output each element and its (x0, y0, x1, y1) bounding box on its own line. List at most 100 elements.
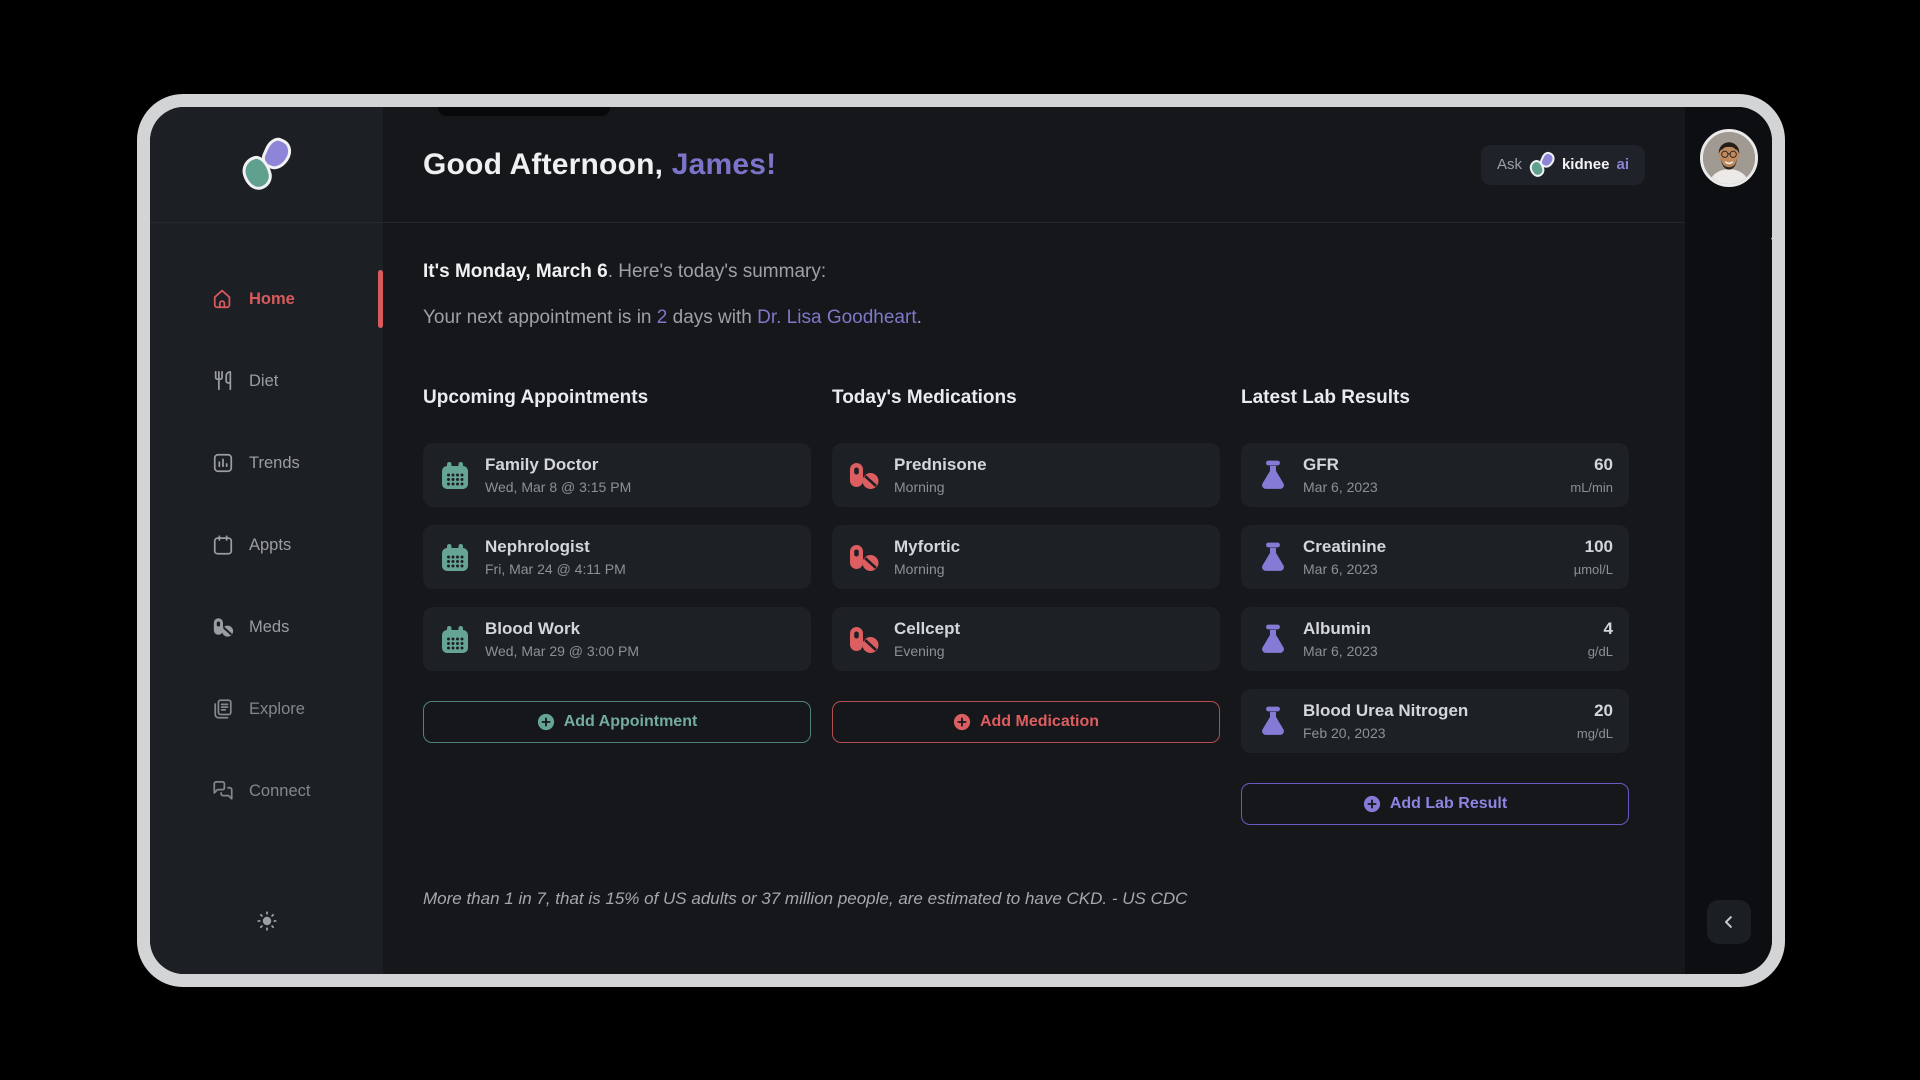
summary-line-2: Your next appointment is in 2 days with … (423, 307, 1645, 329)
appointment-card[interactable]: Family Doctor Wed, Mar 8 @ 3:15 PM (423, 443, 811, 507)
lab-unit: mL/min (1570, 480, 1613, 495)
doctor-link[interactable]: Dr. Lisa Goodheart (757, 307, 916, 328)
main-header: Good Afternoon, James! Ask kidnee ai (383, 107, 1685, 223)
add-lab-result-label: Add Lab Result (1390, 795, 1507, 813)
appointment-datetime: Wed, Mar 8 @ 3:15 PM (485, 479, 631, 495)
column-title: Latest Lab Results (1241, 387, 1629, 409)
user-name: James! (672, 148, 777, 181)
sidebar-item-explore[interactable]: Explore (150, 668, 383, 750)
appointment-card[interactable]: Nephrologist Fri, Mar 24 @ 4:11 PM (423, 525, 811, 589)
add-appointment-label: Add Appointment (564, 713, 698, 731)
lab-name: Creatinine (1303, 537, 1386, 557)
right-rail: ‹ (1685, 107, 1772, 974)
chat-bubbles-icon (212, 780, 234, 802)
lab-unit: µmol/L (1574, 562, 1613, 577)
medication-schedule: Morning (894, 561, 960, 577)
app-window: Home Diet Trends Appts Meds (150, 107, 1772, 974)
sidebar-item-label: Explore (249, 700, 305, 719)
lab-value: 4 (1588, 619, 1613, 639)
sidebar-nav: Home Diet Trends Appts Meds (150, 223, 383, 910)
lab-date: Mar 6, 2023 (1303, 643, 1378, 659)
add-lab-result-button[interactable]: Add Lab Result (1241, 783, 1629, 825)
user-photo (1703, 132, 1755, 184)
appointments-column: Upcoming Appointments Family Doctor Wed,… (423, 387, 811, 825)
labs-column: Latest Lab Results GFR Mar 6, 2023 60 mL… (1241, 387, 1629, 825)
home-icon (212, 288, 234, 310)
bar-chart-icon (212, 452, 234, 474)
add-medication-button[interactable]: Add Medication (832, 701, 1220, 743)
flask-icon (1257, 541, 1289, 573)
sidebar-item-diet[interactable]: Diet (150, 340, 383, 422)
appointment-name: Family Doctor (485, 455, 631, 475)
column-title: Today's Medications (832, 387, 1220, 409)
lab-result-card[interactable]: GFR Mar 6, 2023 60 mL/min (1241, 443, 1629, 507)
lab-unit: mg/dL (1577, 726, 1613, 741)
calendar-icon (212, 534, 234, 556)
medication-schedule: Evening (894, 643, 960, 659)
lab-value: 60 (1570, 455, 1613, 475)
lab-name: GFR (1303, 455, 1378, 475)
add-appointment-button[interactable]: Add Appointment (423, 701, 811, 743)
collapse-panel-button[interactable] (1707, 900, 1751, 944)
appointment-name: Blood Work (485, 619, 639, 639)
page-title: Good Afternoon, James! (423, 148, 776, 182)
lab-result-card[interactable]: Creatinine Mar 6, 2023 100 µmol/L (1241, 525, 1629, 589)
pages-icon (212, 698, 234, 720)
medication-name: Myfortic (894, 537, 960, 557)
appointment-datetime: Fri, Mar 24 @ 4:11 PM (485, 561, 626, 577)
appointment-card[interactable]: Blood Work Wed, Mar 29 @ 3:00 PM (423, 607, 811, 671)
plus-circle-icon (537, 713, 555, 731)
pills-icon (848, 623, 880, 655)
lab-unit: g/dL (1588, 644, 1613, 659)
theme-toggle[interactable] (150, 910, 383, 974)
brand-name: kidnee (1562, 156, 1610, 173)
calendar-icon (439, 459, 471, 491)
panel-collapse-handle[interactable]: ‹ (1770, 227, 1772, 250)
ask-kidnee-ai-button[interactable]: Ask kidnee ai (1481, 145, 1645, 185)
sidebar-item-label: Connect (249, 782, 310, 801)
lab-result-card[interactable]: Albumin Mar 6, 2023 4 g/dL (1241, 607, 1629, 671)
column-title: Upcoming Appointments (423, 387, 811, 409)
health-fact-quote: More than 1 in 7, that is 15% of US adul… (423, 889, 1645, 909)
summary-line-1: It's Monday, March 6. Here's today's sum… (423, 261, 1645, 283)
lab-date: Mar 6, 2023 (1303, 561, 1386, 577)
medication-card[interactable]: Prednisone Morning (832, 443, 1220, 507)
sidebar: Home Diet Trends Appts Meds (150, 107, 383, 974)
sidebar-item-label: Diet (249, 372, 278, 391)
lab-value: 20 (1577, 701, 1613, 721)
sidebar-item-home[interactable]: Home (150, 258, 383, 340)
medication-name: Prednisone (894, 455, 987, 475)
medication-card[interactable]: Myfortic Morning (832, 525, 1220, 589)
calendar-icon (439, 541, 471, 573)
plus-circle-icon (953, 713, 971, 731)
lab-name: Albumin (1303, 619, 1378, 639)
lab-date: Feb 20, 2023 (1303, 725, 1468, 741)
lab-value: 100 (1574, 537, 1613, 557)
pills-icon (212, 616, 234, 638)
utensils-icon (212, 370, 234, 392)
device-frame: Home Diet Trends Appts Meds (137, 94, 1785, 987)
sidebar-item-connect[interactable]: Connect (150, 750, 383, 832)
medication-schedule: Morning (894, 479, 987, 495)
lab-result-card[interactable]: Blood Urea Nitrogen Feb 20, 2023 20 mg/d… (1241, 689, 1629, 753)
sidebar-item-label: Home (249, 290, 295, 309)
sidebar-item-meds[interactable]: Meds (150, 586, 383, 668)
plus-circle-icon (1363, 795, 1381, 813)
lab-name: Blood Urea Nitrogen (1303, 701, 1468, 721)
calendar-icon (439, 623, 471, 655)
sidebar-item-trends[interactable]: Trends (150, 422, 383, 504)
appointment-name: Nephrologist (485, 537, 626, 557)
sidebar-item-label: Meds (249, 618, 289, 637)
medication-card[interactable]: Cellcept Evening (832, 607, 1220, 671)
add-medication-label: Add Medication (980, 713, 1099, 731)
lab-date: Mar 6, 2023 (1303, 479, 1378, 495)
kidnee-logo-icon (1529, 152, 1555, 178)
medication-name: Cellcept (894, 619, 960, 639)
chevron-left-icon (1720, 913, 1738, 931)
avatar[interactable] (1700, 129, 1758, 187)
kidnee-logo-icon (240, 138, 294, 192)
days-highlight: 2 (657, 307, 668, 328)
sun-icon (256, 910, 278, 932)
dashboard-content: It's Monday, March 6. Here's today's sum… (383, 223, 1685, 974)
sidebar-item-appts[interactable]: Appts (150, 504, 383, 586)
